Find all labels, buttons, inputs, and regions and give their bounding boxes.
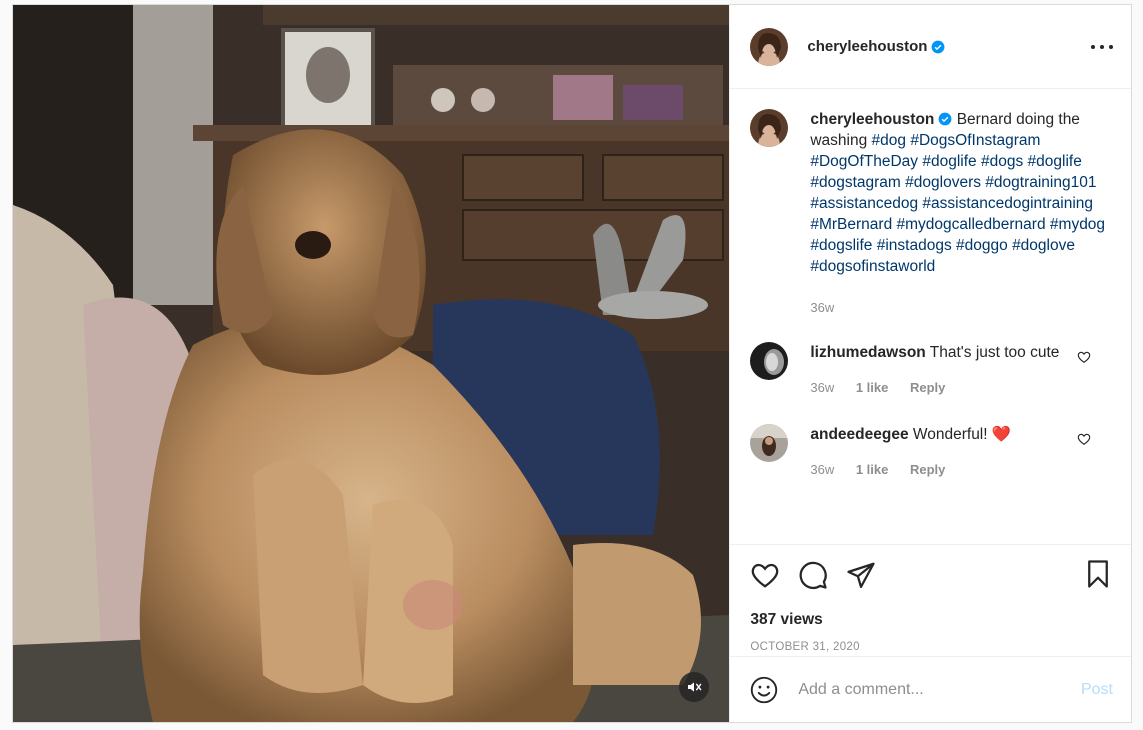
hashtag-link[interactable]: #assistancedogintraining (922, 195, 1093, 212)
hashtag-link[interactable]: #dogstagram (810, 174, 900, 191)
comment-age: 36w (810, 462, 835, 477)
comment-username[interactable]: lizhumedawson (810, 344, 925, 361)
avatar[interactable] (750, 27, 789, 66)
post-date[interactable]: OCTOBER 31, 2020 (750, 641, 1111, 653)
hashtag-link[interactable]: #instadogs (877, 237, 952, 254)
more-options-icon[interactable] (1091, 38, 1113, 56)
hashtag-link[interactable]: #dogsofinstaworld (810, 258, 935, 275)
comment-icon[interactable] (798, 560, 828, 590)
comments-section[interactable]: cheryleehouston Bernard doing the washin… (730, 89, 1131, 544)
hashtag-link[interactable]: #doglife (922, 153, 976, 170)
hashtag-link[interactable]: #doglife (1028, 153, 1082, 170)
hashtag-link[interactable]: #doglove (1012, 237, 1075, 254)
muted-speaker-icon (688, 682, 702, 692)
caption-age: 36w (810, 300, 835, 315)
post-card: cheryleehouston cheryleehouston Bernard … (12, 4, 1132, 723)
post-comment-button[interactable]: Post (1081, 681, 1113, 699)
caption-username[interactable]: cheryleehouston (810, 111, 934, 128)
heart-icon[interactable] (1077, 432, 1091, 446)
comment-input[interactable] (798, 680, 1081, 699)
post-author-username[interactable]: cheryleehouston (807, 38, 927, 55)
verified-badge-icon (931, 40, 945, 53)
avatar[interactable] (750, 109, 789, 147)
comment-text: That's just too cute (929, 344, 1060, 361)
comment-item: andeedeegee Wonderful! ❤️ 36w 1 like Rep… (750, 424, 1111, 480)
hashtag-link[interactable]: #doggo (956, 237, 1008, 254)
heart-icon[interactable] (1077, 350, 1091, 364)
comment-likes[interactable]: 1 like (856, 462, 889, 477)
reply-button[interactable]: Reply (910, 462, 945, 477)
hashtag-link[interactable]: #MrBernard (810, 216, 892, 233)
comment-text: Wonderful! ❤️ (912, 426, 1012, 443)
hashtag-link[interactable]: #dogtraining101 (985, 174, 1096, 191)
dog-video-frame (13, 5, 730, 722)
hashtag-link[interactable]: #doglovers (905, 174, 981, 191)
reply-button[interactable]: Reply (910, 380, 945, 395)
emoji-icon[interactable] (750, 676, 778, 704)
post-sidebar: cheryleehouston cheryleehouston Bernard … (729, 5, 1131, 722)
heart-icon[interactable] (750, 560, 780, 590)
comment-age: 36w (810, 380, 835, 395)
hashtag-link[interactable]: #dog (872, 132, 906, 149)
add-comment-bar: Post (730, 656, 1131, 722)
comment-username[interactable]: andeedeegee (810, 426, 908, 443)
share-icon[interactable] (846, 560, 876, 590)
comment-likes[interactable]: 1 like (856, 380, 889, 395)
caption: cheryleehouston Bernard doing the washin… (750, 109, 1111, 318)
post-header: cheryleehouston (730, 5, 1131, 89)
verified-badge-icon (938, 112, 952, 126)
comment-item: lizhumedawson That's just too cute 36w 1… (750, 342, 1111, 398)
hashtag-link[interactable]: #DogsOfInstagram (910, 132, 1040, 149)
hashtag-link[interactable]: #DogOfTheDay (810, 153, 918, 170)
hashtag-link[interactable]: #mydog (1050, 216, 1105, 233)
view-count[interactable]: 387 views (750, 611, 1111, 629)
hashtag-link[interactable]: #dogs (981, 153, 1023, 170)
action-bar: 387 views OCTOBER 31, 2020 (730, 544, 1131, 656)
hashtag-link[interactable]: #dogslife (810, 237, 872, 254)
post-video[interactable] (13, 5, 730, 722)
hashtag-link[interactable]: #mydogcalledbernard (897, 216, 1046, 233)
avatar[interactable] (750, 424, 789, 462)
bookmark-icon[interactable] (1083, 559, 1113, 589)
avatar[interactable] (750, 342, 789, 380)
hashtag-link[interactable]: #assistancedog (810, 195, 918, 212)
